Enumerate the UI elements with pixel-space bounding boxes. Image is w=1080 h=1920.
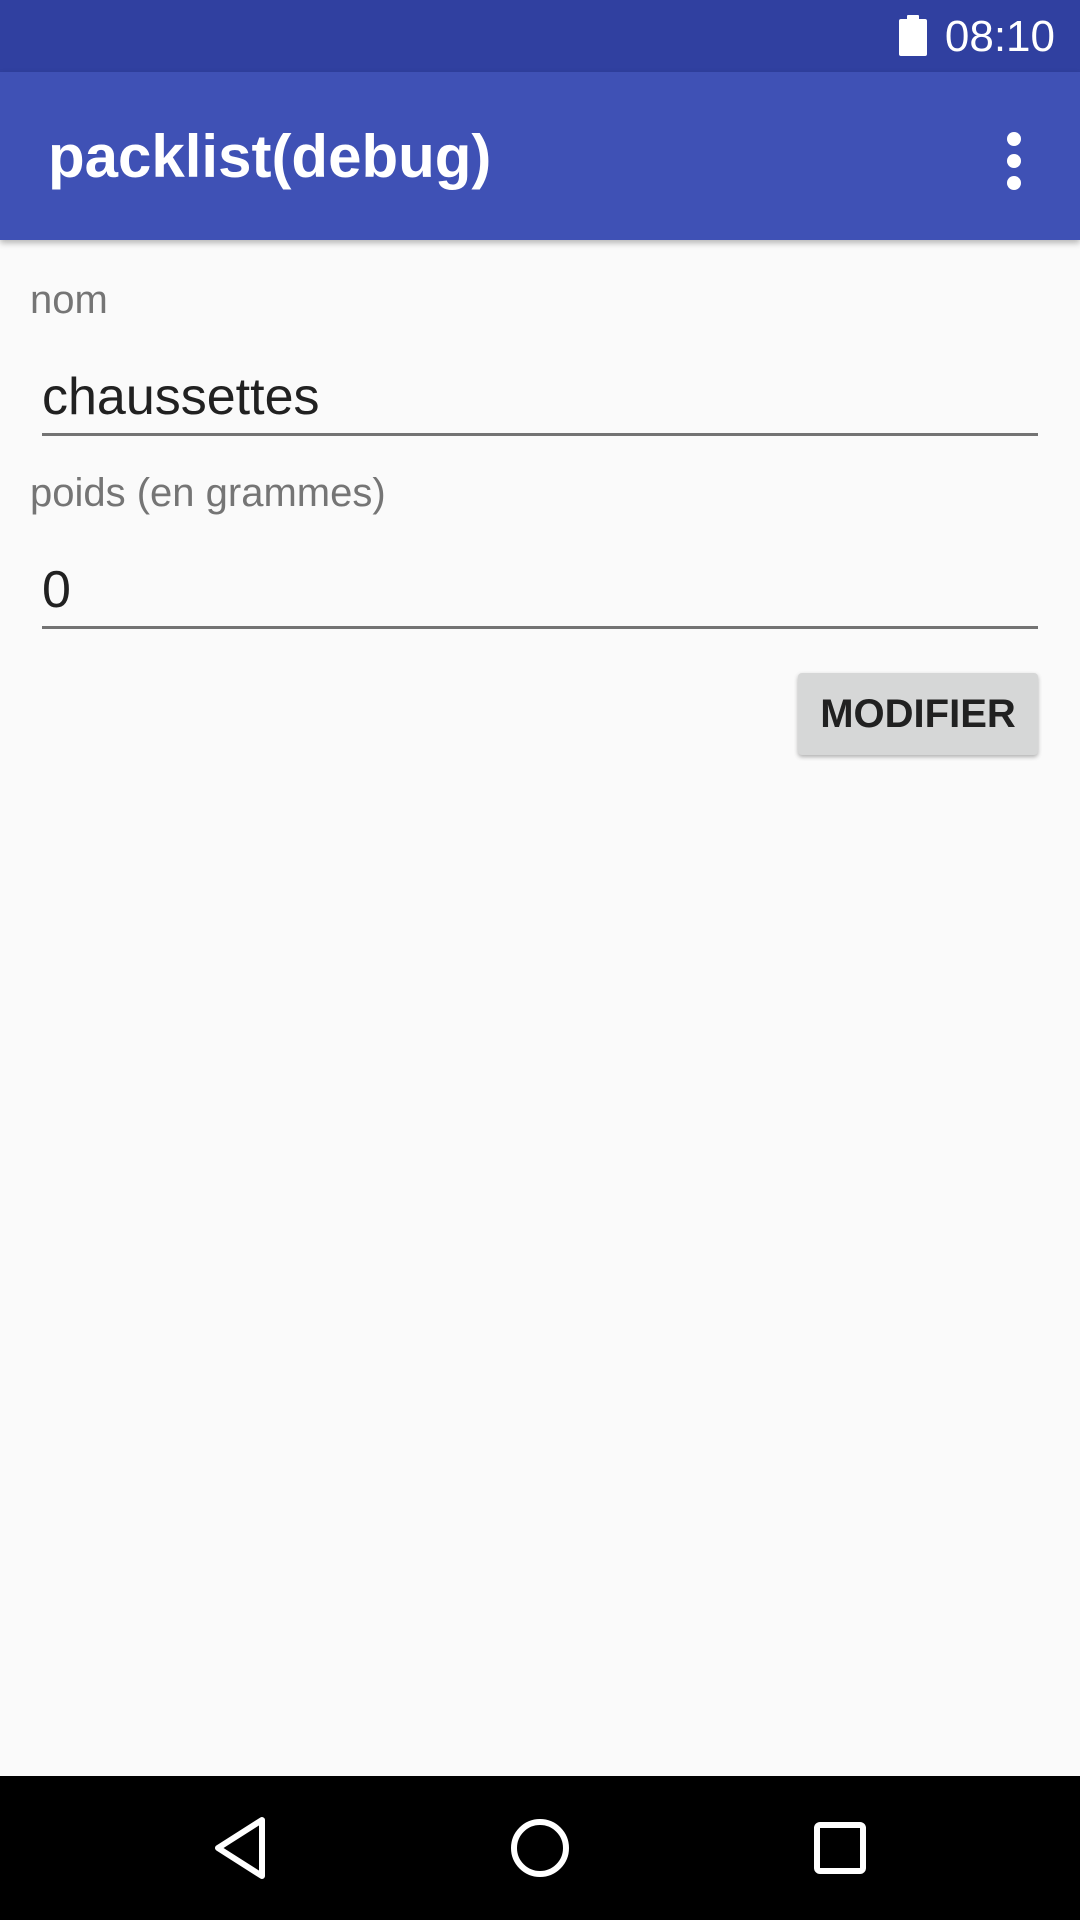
- back-triangle-icon[interactable]: [190, 1798, 290, 1898]
- recents-square-icon[interactable]: [790, 1798, 890, 1898]
- more-vert-icon[interactable]: [990, 128, 1038, 194]
- app-bar: packlist(debug): [0, 72, 1080, 240]
- battery-full-icon: [899, 15, 927, 56]
- navigation-bar: [0, 1776, 1080, 1920]
- status-clock: 08:10: [944, 12, 1055, 61]
- status-bar: 08:10: [0, 0, 1080, 72]
- weight-label: poids (en grammes): [30, 471, 386, 515]
- screen: 08:10 packlist(debug) nom poids (en gram…: [0, 0, 1080, 1920]
- app-title: packlist(debug): [48, 123, 492, 190]
- name-field[interactable]: [42, 360, 1038, 436]
- modify-button[interactable]: MODIFIER: [798, 673, 1038, 755]
- weight-field[interactable]: [42, 553, 1038, 629]
- name-label: nom: [30, 278, 108, 322]
- home-circle-icon[interactable]: [490, 1798, 590, 1898]
